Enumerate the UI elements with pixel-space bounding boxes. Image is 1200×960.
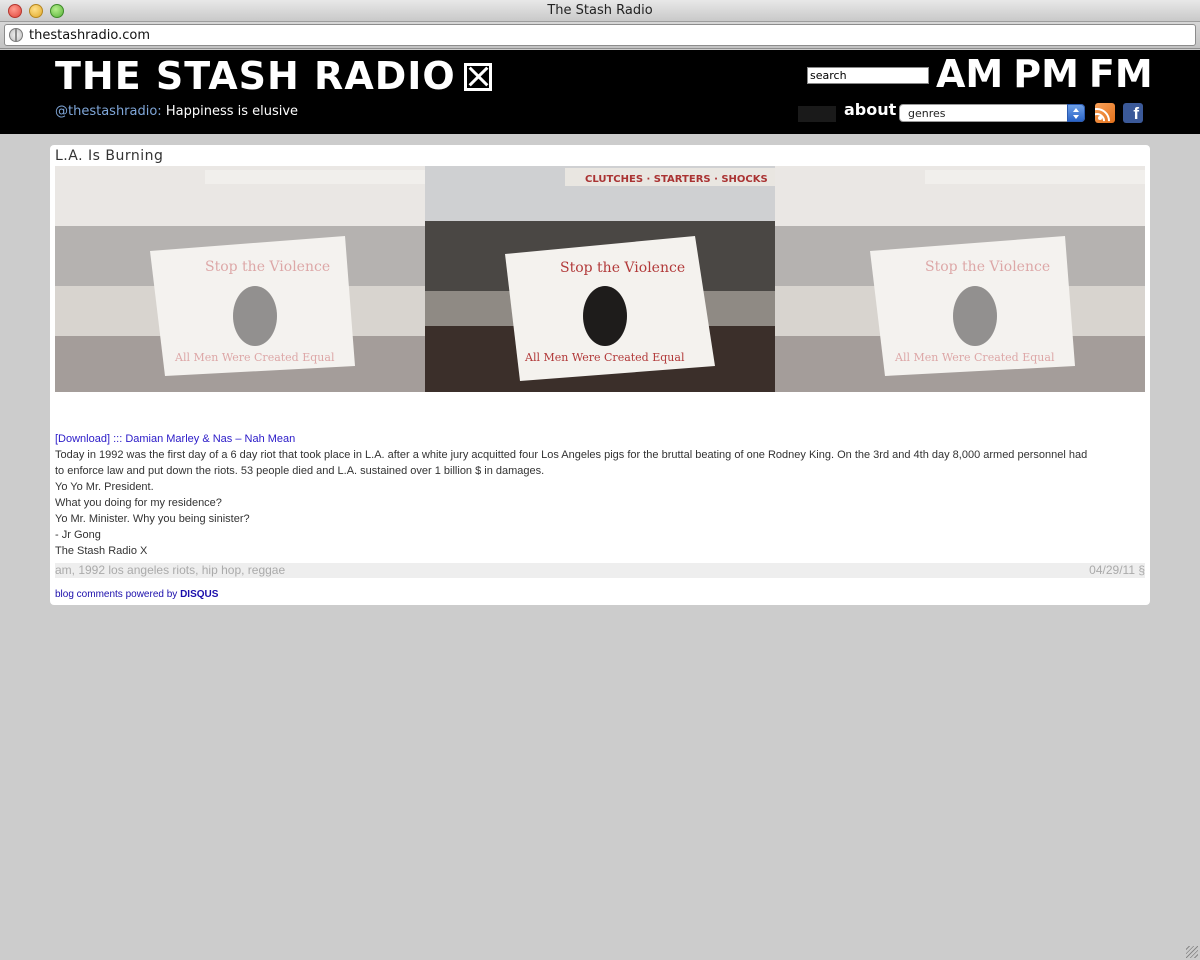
photo-left-sheet-line1: Stop the Violence <box>205 259 330 275</box>
photo-left: Stop the Violence All Men Were Created E… <box>55 166 425 392</box>
photo-strip: Stop the Violence All Men Were Created E… <box>55 166 1145 392</box>
about-link[interactable]: about <box>844 100 896 119</box>
logo-x-icon <box>463 63 492 91</box>
tagline: @thestashradio: Happiness is elusive <box>55 104 298 119</box>
photo-right: Stop the Violence All Men Were Created E… <box>775 166 1145 392</box>
url-field[interactable]: thestashradio.com <box>4 24 1196 46</box>
logo-text: THE STASH RADIO <box>55 54 456 98</box>
facebook-icon[interactable]: f <box>1123 103 1143 123</box>
photo-right-sheet-line1: Stop the Violence <box>925 259 1050 275</box>
player-placeholder <box>798 106 836 122</box>
disqus-brand: DISQUS <box>180 589 219 600</box>
post-title[interactable]: L.A. Is Burning <box>55 148 163 164</box>
post-card: L.A. Is Burning Stop the Violence All Me… <box>50 145 1150 605</box>
photo-sheet-line2: All Men Were Created Equal <box>524 351 685 364</box>
disqus-prefix: blog comments powered by <box>55 589 178 600</box>
lyric-line: Yo Yo Mr. President. <box>55 481 154 493</box>
resize-grip-icon[interactable] <box>1186 946 1198 958</box>
globe-icon <box>9 28 23 42</box>
genres-selected-value: genres <box>908 107 946 120</box>
post-signature: The Stash Radio X <box>55 545 148 557</box>
station-nav: AM PM FM <box>936 52 1153 96</box>
post-body: [Download] ::: Damian Marley & Nas – Nah… <box>55 431 1095 559</box>
window-titlebar: The Stash Radio <box>0 0 1200 22</box>
genres-select[interactable]: genres <box>899 104 1085 122</box>
lyric-line: What you doing for my residence? <box>55 497 222 509</box>
tagline-text: Happiness is elusive <box>165 104 299 119</box>
site-logo[interactable]: THE STASH RADIO <box>55 54 492 98</box>
window-title: The Stash Radio <box>547 3 653 18</box>
disqus-credit[interactable]: blog comments powered by DISQUS <box>55 589 218 600</box>
photo-right-sheet-line2: All Men Were Created Equal <box>894 351 1055 364</box>
photo-banner-text: CLUTCHES · STARTERS · SHOCKS <box>585 174 768 185</box>
tags-bar: am, 1992 los angeles riots, hip hop, reg… <box>55 563 1145 578</box>
url-text: thestashradio.com <box>29 28 150 43</box>
address-bar: thestashradio.com <box>0 22 1200 49</box>
photo-main[interactable]: CLUTCHES · STARTERS · SHOCKS Stop the Vi… <box>425 166 775 392</box>
site-header: THE STASH RADIO @thestashradio: Happines… <box>0 50 1200 134</box>
select-arrows-icon <box>1067 104 1085 122</box>
search-input[interactable] <box>807 67 929 84</box>
post-tags[interactable]: am, 1992 los angeles riots, hip hop, reg… <box>55 563 285 578</box>
twitter-handle-link[interactable]: @thestashradio: <box>55 104 162 119</box>
download-link[interactable]: [Download] ::: Damian Marley & Nas – Nah… <box>55 433 295 445</box>
photo-left-sheet-line2: All Men Were Created Equal <box>174 351 335 364</box>
lyric-line: Yo Mr. Minister. Why you being sinister? <box>55 513 250 525</box>
nav-am-link[interactable]: AM <box>936 52 1003 96</box>
lyric-credit: - Jr Gong <box>55 529 101 541</box>
post-date-permalink[interactable]: 04/29/11 § <box>1089 563 1145 578</box>
nav-fm-link[interactable]: FM <box>1089 52 1153 96</box>
post-paragraph: Today in 1992 was the first day of a 6 d… <box>55 449 1088 477</box>
rss-icon[interactable] <box>1095 103 1115 123</box>
photo-sheet-line1: Stop the Violence <box>560 260 685 276</box>
nav-pm-link[interactable]: PM <box>1013 52 1079 96</box>
